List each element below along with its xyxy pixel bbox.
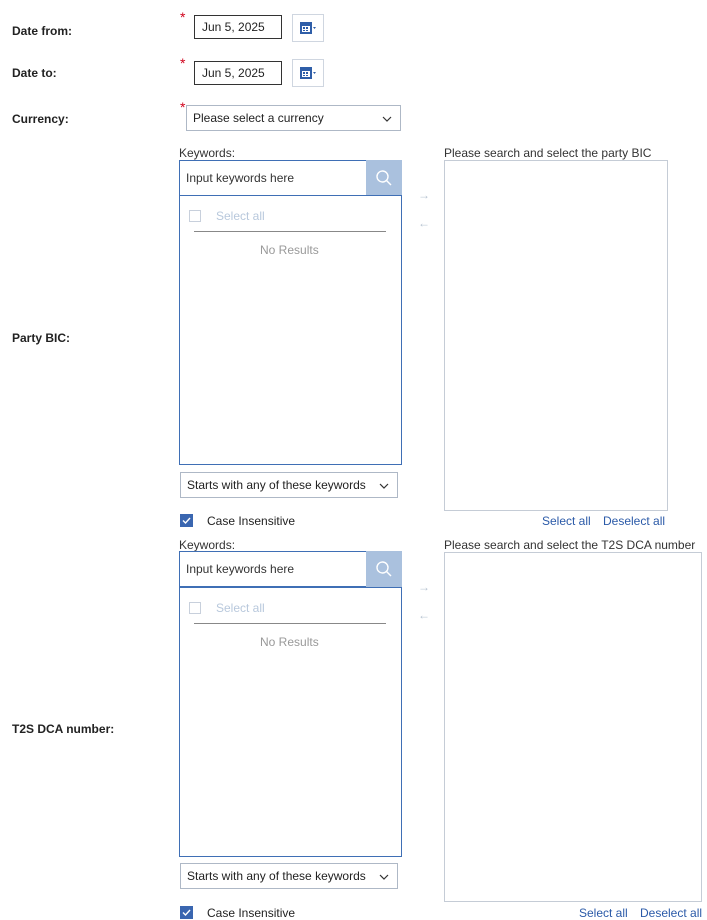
- t2s-dca-case-insensitive-label: Case Insensitive: [207, 906, 296, 920]
- party-bic-search-button[interactable]: [366, 160, 402, 196]
- party-bic-label: Party BIC:: [12, 331, 71, 345]
- t2s-dca-add-arrow-icon[interactable]: →: [418, 580, 430, 594]
- party-bic-match-mode-select[interactable]: Starts with any of these keywords: [180, 472, 398, 498]
- date-to-input[interactable]: Jun 5, 2025: [194, 61, 282, 85]
- party-bic-search-input[interactable]: [180, 161, 368, 195]
- date-to-calendar-button[interactable]: [292, 59, 324, 87]
- t2s-dca-deselect-all-link[interactable]: Deselect all: [640, 906, 702, 920]
- date-from-label: Date from:: [12, 24, 73, 38]
- party-bic-keywords-label: Keywords:: [179, 146, 236, 160]
- checkmark-icon: [182, 517, 191, 525]
- t2s-dca-select-all-label[interactable]: Select all: [216, 601, 265, 615]
- t2s-dca-selected-header: Please search and select the T2S DCA num…: [444, 538, 696, 552]
- date-to-required-mark: *: [180, 55, 186, 71]
- party-bic-no-results: No Results: [260, 243, 319, 257]
- t2s-dca-match-mode-value: Starts with any of these keywords: [187, 869, 366, 883]
- party-bic-match-mode-value: Starts with any of these keywords: [187, 478, 366, 492]
- date-from-required-mark: *: [180, 9, 186, 25]
- t2s-dca-match-mode-select[interactable]: Starts with any of these keywords: [180, 863, 398, 889]
- chevron-down-icon: [379, 874, 389, 880]
- chevron-down-icon: [382, 116, 392, 122]
- t2s-dca-remove-arrow-icon[interactable]: ←: [418, 608, 430, 622]
- date-from-input[interactable]: Jun 5, 2025: [194, 15, 282, 39]
- calendar-icon: [300, 22, 316, 34]
- t2s-dca-results-list: Select all No Results: [179, 587, 402, 857]
- party-bic-case-insensitive-checkbox[interactable]: [180, 514, 193, 527]
- t2s-dca-case-insensitive-checkbox[interactable]: [180, 906, 193, 919]
- party-bic-deselect-all-link[interactable]: Deselect all: [603, 514, 665, 528]
- t2s-dca-no-results: No Results: [260, 635, 319, 649]
- party-bic-add-arrow-icon[interactable]: →: [418, 188, 430, 202]
- party-bic-select-all-label[interactable]: Select all: [216, 209, 265, 223]
- t2s-dca-select-all-checkbox[interactable]: [189, 602, 201, 614]
- divider: [194, 231, 386, 232]
- party-bic-case-insensitive-label: Case Insensitive: [207, 514, 296, 528]
- party-bic-selected-header: Please search and select the party BIC: [444, 146, 652, 160]
- party-bic-selected-list[interactable]: [444, 160, 668, 511]
- date-to-label: Date to:: [12, 66, 57, 80]
- date-from-calendar-button[interactable]: [292, 14, 324, 42]
- currency-select[interactable]: Please select a currency: [186, 105, 401, 131]
- party-bic-remove-arrow-icon[interactable]: ←: [418, 216, 430, 230]
- chevron-down-icon: [379, 483, 389, 489]
- currency-required-mark: *: [180, 99, 186, 115]
- calendar-icon: [300, 67, 316, 79]
- t2s-dca-select-all-link[interactable]: Select all: [579, 906, 628, 920]
- t2s-dca-label: T2S DCA number:: [12, 722, 115, 736]
- t2s-dca-search-input[interactable]: [180, 552, 368, 586]
- currency-select-placeholder: Please select a currency: [193, 111, 324, 125]
- search-icon: [376, 170, 392, 186]
- divider: [194, 623, 386, 624]
- party-bic-results-list: Select all No Results: [179, 195, 402, 465]
- currency-label: Currency:: [12, 112, 69, 126]
- t2s-dca-search-button[interactable]: [366, 551, 402, 587]
- t2s-dca-keywords-label: Keywords:: [179, 538, 236, 552]
- party-bic-select-all-checkbox[interactable]: [189, 210, 201, 222]
- search-icon: [376, 561, 392, 577]
- party-bic-select-all-link[interactable]: Select all: [542, 514, 591, 528]
- t2s-dca-selected-list[interactable]: [444, 552, 702, 902]
- checkmark-icon: [182, 909, 191, 917]
